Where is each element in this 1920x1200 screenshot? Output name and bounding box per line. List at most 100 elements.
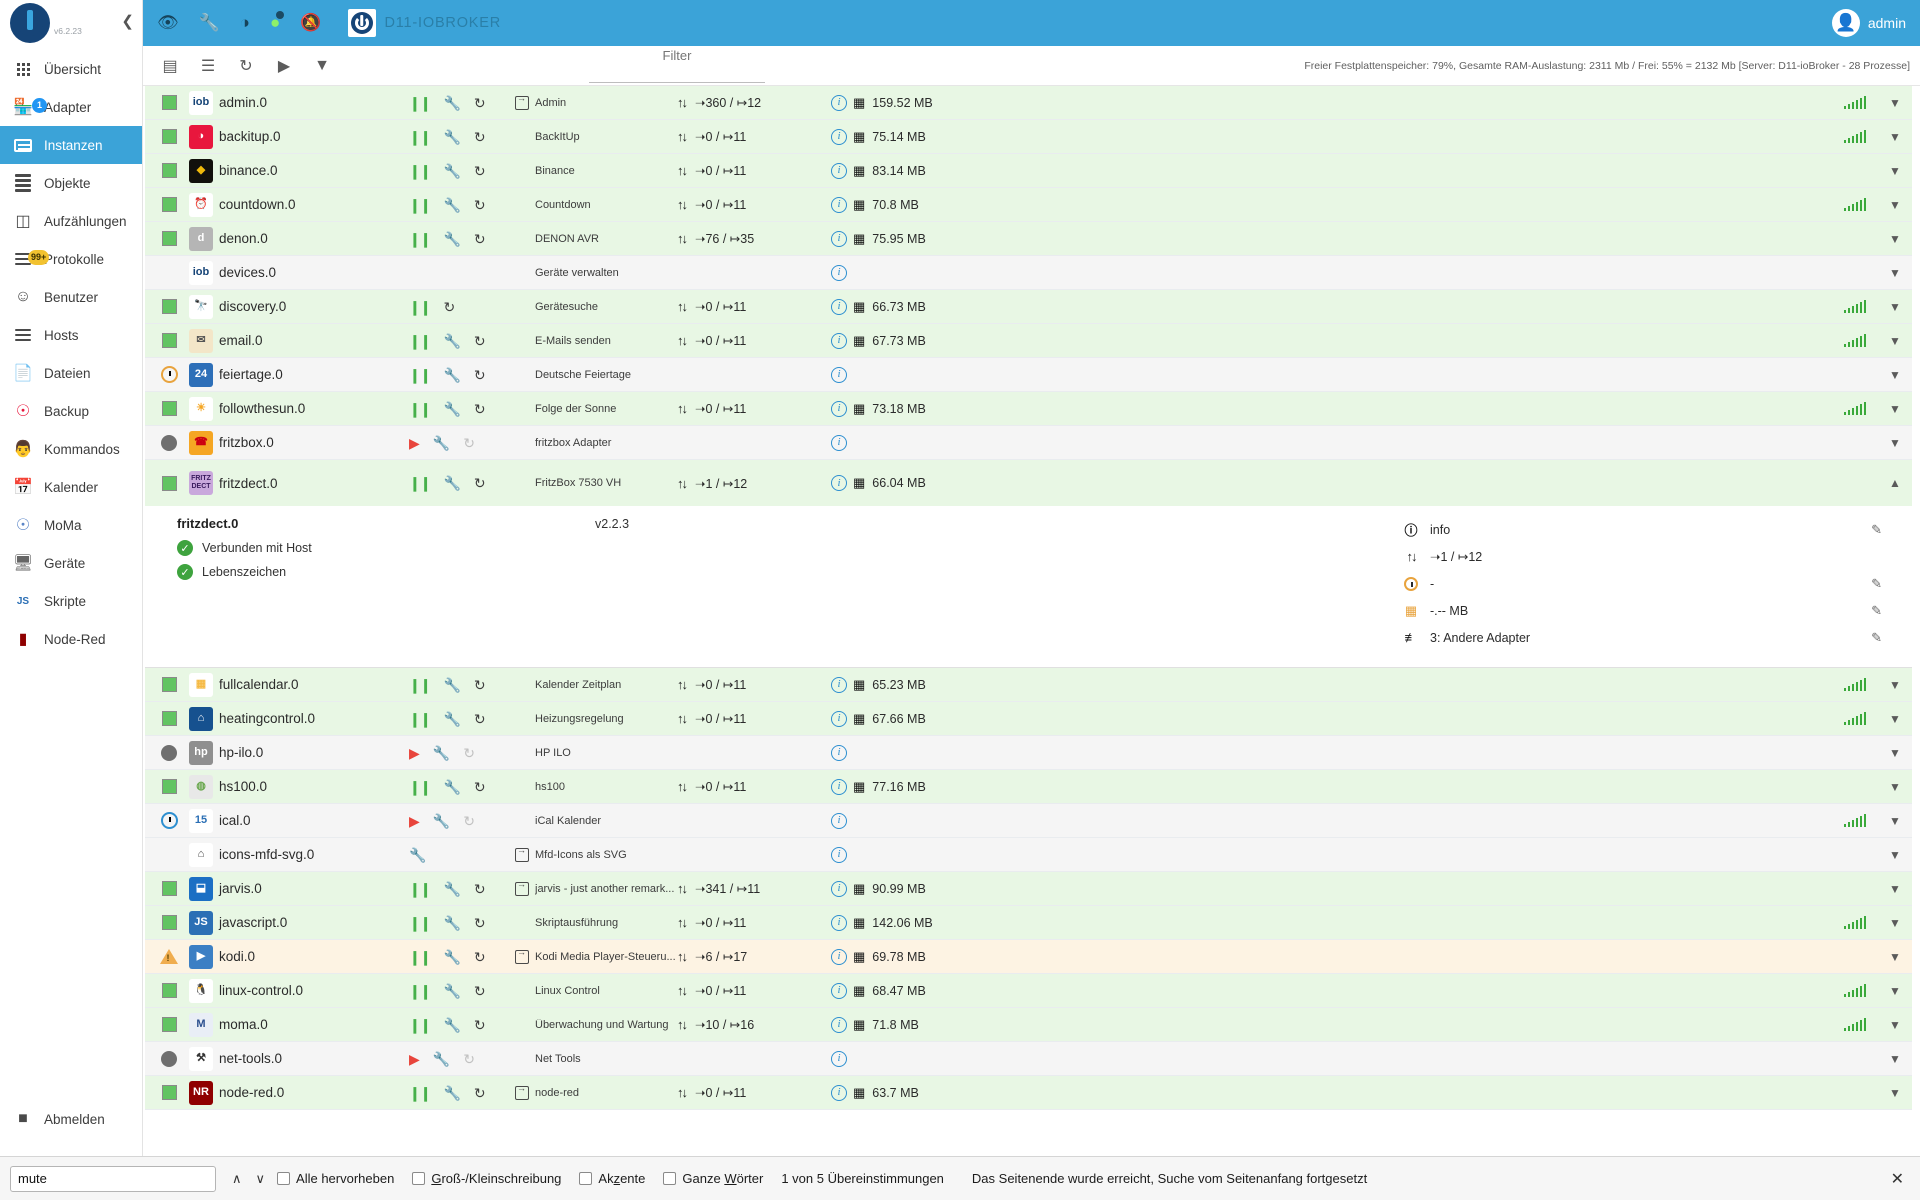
- info-cell[interactable]: i: [825, 812, 853, 829]
- external-link-icon[interactable]: [515, 1083, 529, 1100]
- info-icon[interactable]: i: [831, 1016, 847, 1033]
- expand-row-chevron-down-icon[interactable]: ▼: [1878, 300, 1912, 314]
- row-state[interactable]: [155, 333, 183, 348]
- status-square-running[interactable]: [161, 677, 177, 692]
- checkbox-icon[interactable]: [663, 1172, 677, 1185]
- info-cell[interactable]: i: [825, 778, 853, 795]
- expand-row-chevron-down-icon[interactable]: ▼: [1878, 712, 1912, 726]
- table-row[interactable]: ⏰ countdown.0 ❙❙ 🔧 ↻ Countdown ↑↓ ➝0 / ↦11 i ▦ 70.…: [145, 188, 1912, 222]
- pause-button[interactable]: ❙❙: [409, 368, 431, 382]
- info-icon[interactable]: i: [831, 1050, 847, 1067]
- expand-row-chevron-down-icon[interactable]: ▼: [1878, 950, 1912, 964]
- pause-button[interactable]: ❙❙: [409, 882, 431, 896]
- pause-button[interactable]: ❙❙: [409, 1086, 431, 1100]
- table-row[interactable]: ⌂ heatingcontrol.0 ❙❙ 🔧 ↻ Heizungsregelung ↑↓ ➝…: [145, 702, 1912, 736]
- list-view-icon[interactable]: ☰: [189, 47, 227, 85]
- status-square-running[interactable]: [161, 401, 177, 416]
- find-input[interactable]: [10, 1165, 216, 1192]
- external-link-icon[interactable]: [515, 879, 529, 896]
- expand-row-chevron-down-icon[interactable]: ▼: [1878, 402, 1912, 416]
- expand-row-chevron-down-icon[interactable]: ▼: [1878, 780, 1912, 794]
- info-cell[interactable]: i: [825, 1084, 853, 1101]
- expand-row-chevron-down-icon[interactable]: ▼: [1878, 746, 1912, 760]
- table-row[interactable]: Mmoma.0 ❙❙ 🔧 ↻ Überwachung und Wartung ↑↓ ➝10 …: [145, 1008, 1912, 1042]
- table-row[interactable]: ▦ fullcalendar.0 ❙❙ 🔧 ↻ Kalender Zeitplan ↑↓ ➝0…: [145, 668, 1912, 702]
- info-cell[interactable]: i: [825, 264, 853, 281]
- info-cell[interactable]: i: [825, 880, 853, 897]
- instances-table[interactable]: iobadmin.0❙❙🔧↻Admin↑↓➝360 / ↦12i▦159.52 …: [143, 86, 1920, 1156]
- settings-wrench-icon[interactable]: 🔧: [443, 1086, 460, 1100]
- pause-button[interactable]: ❙❙: [409, 950, 431, 964]
- play-button[interactable]: ▶: [409, 436, 420, 450]
- expand-row-chevron-down-icon[interactable]: ▼: [1878, 198, 1912, 212]
- restart-icon[interactable]: ↻: [474, 1018, 486, 1032]
- info-cell[interactable]: i: [825, 230, 853, 247]
- table-row[interactable]: ◍ hs100.0 ❙❙ 🔧 ↻ hs100 ↑↓ ➝0 / ↦11 i ▦ 77.16 MB ▼: [145, 770, 1912, 804]
- sidebar-item-kommandos[interactable]: 👨 Kommandos: [0, 430, 142, 468]
- play-button[interactable]: ▶: [409, 1052, 420, 1066]
- table-row[interactable]: ⚒ net-tools.0 ▶ 🔧 ↻ Net Tools i ▼: [145, 1042, 1912, 1076]
- restart-icon[interactable]: ↻: [474, 232, 486, 246]
- status-square-running[interactable]: [161, 333, 177, 348]
- status-warning-icon[interactable]: [160, 949, 178, 964]
- restart-icon[interactable]: ↻: [474, 916, 486, 930]
- restart-icon[interactable]: ↻: [443, 300, 455, 314]
- play-all-icon[interactable]: ▶: [265, 47, 303, 85]
- info-icon[interactable]: i: [831, 128, 847, 145]
- open-link-cell[interactable]: [509, 947, 535, 964]
- table-row[interactable]: ⌂icons-mfd-svg.0 🔧 Mfd-Icons als SVG i ▼: [145, 838, 1912, 872]
- table-row[interactable]: ▶kodi.0 ❙❙ 🔧 ↻ Kodi Media Player-Steueru...↑…: [145, 940, 1912, 974]
- find-option-ganze-w-rter[interactable]: Ganze Wörter: [663, 1171, 763, 1186]
- close-icon[interactable]: ✕: [1891, 1169, 1910, 1189]
- info-icon[interactable]: i: [831, 778, 847, 795]
- info-cell[interactable]: i: [825, 744, 853, 761]
- pause-button[interactable]: ❙❙: [409, 300, 431, 314]
- edit-pencil-icon[interactable]: ✎: [1871, 603, 1882, 619]
- table-row[interactable]: ☀ followthesun.0 ❙❙ 🔧 ↻ Folge der Sonne ↑↓ ➝0 /…: [145, 392, 1912, 426]
- play-button[interactable]: ▶: [409, 814, 420, 828]
- sidebar-item-dateien[interactable]: 📄 Dateien: [0, 354, 142, 392]
- settings-wrench-icon[interactable]: 🔧: [443, 198, 460, 212]
- checkbox-icon[interactable]: [412, 1172, 426, 1185]
- info-icon[interactable]: i: [831, 676, 847, 693]
- table-row[interactable]: iobadmin.0 ❙❙ 🔧 ↻ Admin ↑↓ ➝360 / ↦12 i ▦ 159.52 …: [145, 86, 1912, 120]
- info-cell[interactable]: i: [825, 366, 853, 383]
- expand-row-chevron-down-icon[interactable]: ▼: [1878, 436, 1912, 450]
- row-state[interactable]: [155, 197, 183, 212]
- status-square-running[interactable]: [161, 197, 177, 212]
- open-link-cell[interactable]: [509, 845, 535, 862]
- info-icon[interactable]: i: [831, 948, 847, 965]
- settings-wrench-icon[interactable]: 🔧: [443, 984, 460, 998]
- info-icon[interactable]: i: [831, 880, 847, 897]
- info-icon[interactable]: i: [831, 162, 847, 179]
- checkbox-icon[interactable]: [579, 1172, 593, 1185]
- expand-row-chevron-down-icon[interactable]: ▼: [1878, 916, 1912, 930]
- edit-pencil-icon[interactable]: ✎: [1871, 630, 1882, 646]
- sidebar-item-protokolle[interactable]: 99+ Protokolle: [0, 240, 142, 278]
- settings-wrench-icon[interactable]: 🔧: [443, 916, 460, 930]
- restart-icon[interactable]: ↻: [474, 198, 486, 212]
- settings-wrench-icon[interactable]: 🔧: [443, 678, 460, 692]
- row-state[interactable]: [155, 915, 183, 930]
- table-row[interactable]: d denon.0 ❙❙ 🔧 ↻ DENON AVR ↑↓ ➝76 / ↦35 i ▦ 75.95 …: [145, 222, 1912, 256]
- eye-icon[interactable]: 👁: [157, 13, 179, 33]
- pause-button[interactable]: ❙❙: [409, 198, 431, 212]
- restart-icon[interactable]: ↻: [474, 164, 486, 178]
- pause-button[interactable]: ❙❙: [409, 780, 431, 794]
- restart-icon[interactable]: ↻: [474, 368, 486, 382]
- expand-row-chevron-down-icon[interactable]: ▼: [1878, 1052, 1912, 1066]
- status-clock-scheduled[interactable]: [160, 366, 178, 383]
- status-circle-stopped[interactable]: [161, 744, 177, 761]
- table-row[interactable]: ☎ fritzbox.0 ▶ 🔧 ↻ fritzbox Adapter i ▼: [145, 426, 1912, 460]
- settings-wrench-icon[interactable]: 🔧: [443, 96, 460, 110]
- status-circle-stopped[interactable]: [161, 1050, 177, 1067]
- checkbox-icon[interactable]: [277, 1172, 291, 1185]
- chevron-up-icon[interactable]: ∧: [232, 1171, 242, 1187]
- row-state[interactable]: [155, 1050, 183, 1067]
- settings-wrench-icon[interactable]: 🔧: [443, 476, 460, 490]
- restart-icon[interactable]: ↻: [474, 950, 486, 964]
- table-row[interactable]: ◆ binance.0 ❙❙ 🔧 ↻ Binance ↑↓ ➝0 / ↦11 i ▦ 83.14 M…: [145, 154, 1912, 188]
- sidebar-item-objekte[interactable]: Objekte: [0, 164, 142, 202]
- bell-off-icon[interactable]: 🔕: [300, 13, 321, 33]
- info-icon[interactable]: i: [831, 914, 847, 931]
